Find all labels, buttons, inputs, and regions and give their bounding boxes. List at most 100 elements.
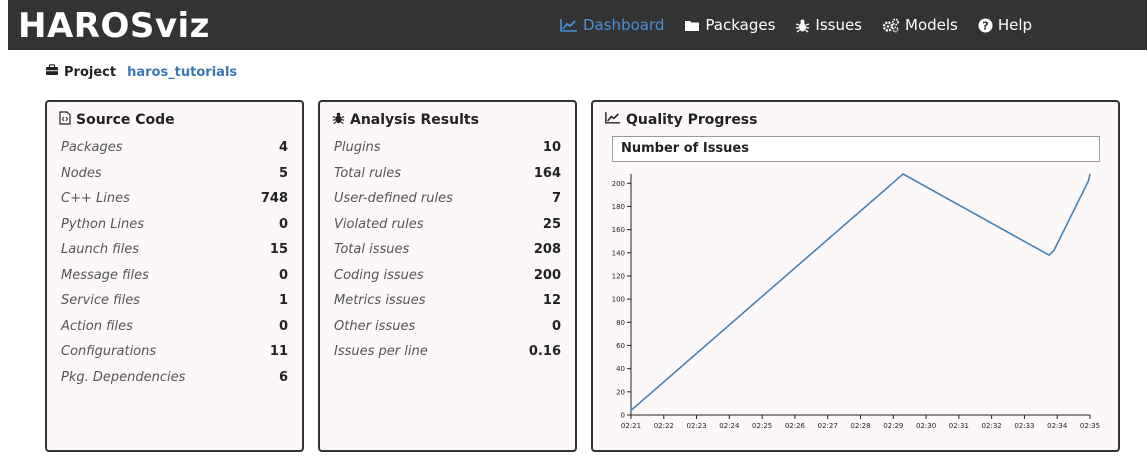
source-code-row-value: 1 <box>278 293 288 309</box>
y-tick-label: 160 <box>612 226 625 234</box>
y-tick-label: 100 <box>612 296 625 304</box>
x-tick-label: 02:26 <box>785 422 806 430</box>
source-code-row-label: Configurations <box>61 344 157 360</box>
x-tick-label: 02:23 <box>686 422 706 430</box>
source-code-panel: Source Code Packages 4 Nodes 5 C++ Lines 748 P… <box>45 100 304 452</box>
source-code-row-value: 5 <box>278 165 288 181</box>
y-tick-label: 140 <box>612 249 625 257</box>
analysis-row: Total rules 164 <box>334 161 561 187</box>
analysis-row-value: 25 <box>542 216 561 232</box>
x-tick-label: 02:30 <box>916 422 936 430</box>
x-tick-label: 02:29 <box>883 422 903 430</box>
source-code-row-label: Action files <box>61 318 133 334</box>
analysis-row: Metrics issues 12 <box>334 288 561 314</box>
y-tick-label: 120 <box>612 272 625 280</box>
source-code-row-label: C++ Lines <box>61 191 130 207</box>
y-tick-label: 200 <box>612 180 625 188</box>
analysis-row: Coding issues 200 <box>334 263 561 289</box>
source-code-row-value: 6 <box>278 369 288 385</box>
analysis-row-label: Other issues <box>334 318 416 334</box>
source-code-row-value: 11 <box>269 344 288 360</box>
analysis-row-label: Total issues <box>334 242 410 258</box>
file-code-icon <box>59 111 71 129</box>
brand-logo[interactable]: HAROSviz <box>18 0 210 50</box>
source-code-row: Packages 4 <box>61 135 288 161</box>
project-label: Project <box>64 64 117 80</box>
nav-packages[interactable]: Packages <box>684 16 775 34</box>
source-code-row: Configurations 11 <box>61 339 288 365</box>
analysis-row: Other issues 0 <box>334 314 561 340</box>
source-code-row-label: Nodes <box>61 165 102 181</box>
x-tick-label: 02:34 <box>1047 422 1068 430</box>
source-code-rows: Packages 4 Nodes 5 C++ Lines 748 Python Lines 0… <box>61 135 288 390</box>
nav-issues-label: Issues <box>815 16 862 34</box>
source-code-row-label: Pkg. Dependencies <box>61 369 186 385</box>
project-name-link[interactable]: haros_tutorials <box>127 65 237 80</box>
navbar: HAROSviz Dashboard Packages Issues Model… <box>8 0 1147 50</box>
analysis-row-value: 0.16 <box>528 344 561 360</box>
source-code-row: Action files 0 <box>61 314 288 340</box>
analysis-row: Plugins 10 <box>334 135 561 161</box>
nav-help-label: Help <box>997 16 1033 34</box>
analysis-row: User-defined rules 7 <box>334 186 561 212</box>
briefcase-icon <box>45 64 59 80</box>
source-code-row: Launch files 15 <box>61 237 288 263</box>
nav-models-label: Models <box>905 16 958 34</box>
gears-icon <box>882 18 900 33</box>
nav-dashboard-label: Dashboard <box>583 16 665 34</box>
analysis-results-rows: Plugins 10 Total rules 164 User-defined rule… <box>334 135 561 365</box>
nav-issues[interactable]: Issues <box>795 16 862 34</box>
analysis-results-panel: Analysis Results Plugins 10 Total rules 164… <box>318 100 577 452</box>
analysis-row: Issues per line 0.16 <box>334 339 561 365</box>
question-circle-icon: ? <box>978 18 993 33</box>
analysis-row: Violated rules 25 <box>334 212 561 238</box>
bug-icon <box>795 18 810 33</box>
nav-packages-label: Packages <box>705 16 776 34</box>
main-nav: Dashboard Packages Issues Models ? Help <box>560 0 1052 50</box>
analysis-row-label: Total rules <box>334 165 402 181</box>
source-code-row-label: Packages <box>61 140 123 156</box>
bug-icon <box>332 111 345 129</box>
y-tick-label: 20 <box>616 388 625 396</box>
x-tick-label: 02:28 <box>850 422 870 430</box>
analysis-row-value: 164 <box>533 165 561 181</box>
analysis-row-label: Metrics issues <box>334 293 426 309</box>
source-code-row: Nodes 5 <box>61 161 288 187</box>
x-tick-label: 02:21 <box>621 422 641 430</box>
analysis-row-value: 10 <box>542 140 561 156</box>
analysis-results-title: Analysis Results <box>332 111 479 129</box>
x-tick-label: 02:31 <box>949 422 969 430</box>
series-line <box>630 173 1091 412</box>
issues-line-chart: 0 20 40 60 80 100 120 140 160 180 200 02:21 02:22 02:… <box>612 173 1100 430</box>
nav-dashboard[interactable]: Dashboard <box>560 16 664 34</box>
source-code-row: Message files 0 <box>61 263 288 289</box>
source-code-row: Pkg. Dependencies 6 <box>61 365 288 391</box>
source-code-row-value: 0 <box>278 318 288 334</box>
nav-models[interactable]: Models <box>882 16 958 34</box>
source-code-row-label: Service files <box>61 293 140 309</box>
svg-text:?: ? <box>982 19 988 32</box>
line-chart-icon <box>560 18 578 32</box>
project-heading: Project haros_tutorials <box>45 64 237 80</box>
y-tick-label: 80 <box>616 319 625 327</box>
source-code-row-value: 0 <box>278 267 288 283</box>
source-code-title-text: Source Code <box>76 112 175 128</box>
quality-progress-panel: Quality Progress Number of Issues 0 20 40 6… <box>591 100 1120 452</box>
y-tick-label: 60 <box>616 342 625 350</box>
analysis-row-value: 0 <box>551 318 561 334</box>
source-code-row-label: Launch files <box>61 242 139 258</box>
analysis-row-label: Issues per line <box>334 344 428 360</box>
analysis-row-label: User-defined rules <box>334 191 453 207</box>
source-code-row: C++ Lines 748 <box>61 186 288 212</box>
analysis-results-title-text: Analysis Results <box>350 112 479 128</box>
analysis-row-value: 208 <box>533 242 561 258</box>
source-code-row-value: 748 <box>260 191 288 207</box>
analysis-row-value: 7 <box>551 191 561 207</box>
y-tick-label: 40 <box>616 365 625 373</box>
x-tick-label: 02:33 <box>1014 422 1034 430</box>
x-tick-label: 02:27 <box>818 422 838 430</box>
nav-help[interactable]: ? Help <box>978 16 1032 34</box>
analysis-row-label: Coding issues <box>334 267 424 283</box>
source-code-row-value: 0 <box>278 216 288 232</box>
source-code-row-label: Message files <box>61 267 149 283</box>
